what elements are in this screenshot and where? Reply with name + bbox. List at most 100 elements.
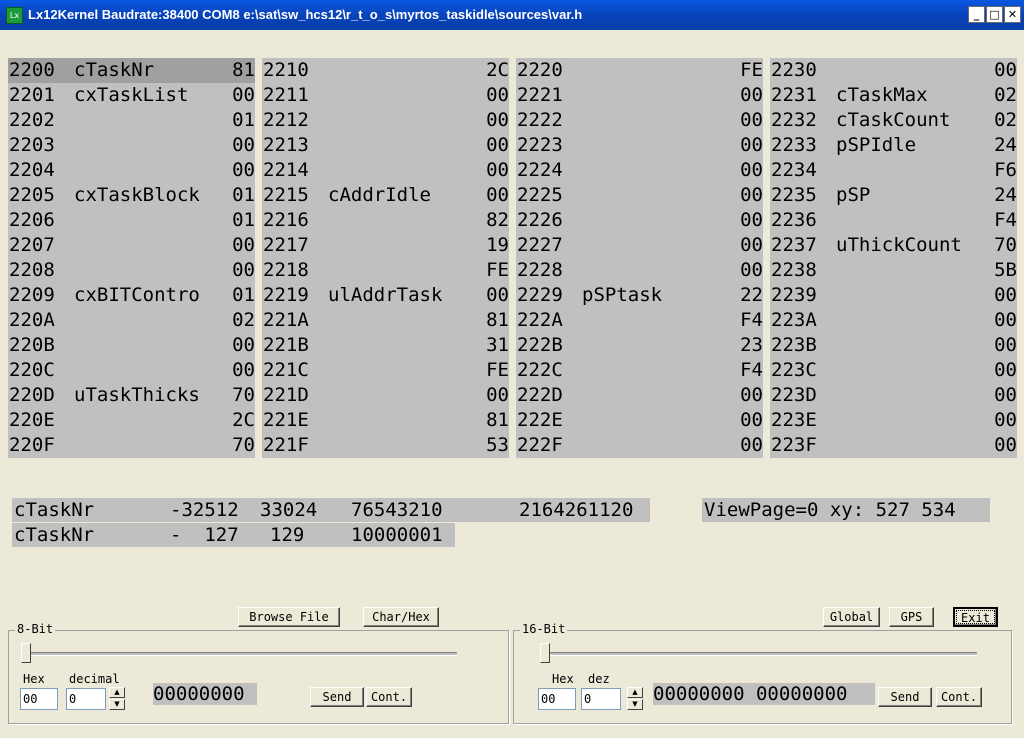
slider-8bit-thumb[interactable] [21,643,31,663]
memory-value: 31 [486,334,509,356]
memory-row[interactable]: 2219 ulAddrTask 00 [262,283,509,308]
memory-row[interactable]: 2230 00 [770,58,1017,83]
slider-8bit-track[interactable] [21,652,457,656]
memory-row[interactable]: 2235 pSP 24 [770,183,1017,208]
memory-row[interactable]: 2237 uThickCount 70 [770,233,1017,258]
memory-row[interactable]: 2204 00 [8,158,255,183]
memory-row[interactable]: 2239 00 [770,283,1017,308]
memory-row[interactable]: 222D 00 [516,383,763,408]
gps-button[interactable]: GPS [889,607,934,627]
memory-row[interactable]: 2229 pSPtask 22 [516,283,763,308]
memory-row[interactable]: 2206 01 [8,208,255,233]
viewpage-text: ViewPage=0 xy: 527 534 [704,499,956,521]
memory-row[interactable]: 223C 00 [770,358,1017,383]
memory-value: 00 [994,384,1017,406]
memory-row[interactable]: 2216 82 [262,208,509,233]
memory-row[interactable]: 2228 00 [516,258,763,283]
memory-row[interactable]: 2201 cxTaskList 00 [8,83,255,108]
memory-row[interactable]: 2203 00 [8,133,255,158]
memory-row[interactable]: 2218 FE [262,258,509,283]
memory-value: 00 [740,234,763,256]
memory-row[interactable]: 221C FE [262,358,509,383]
memory-row[interactable]: 2232 cTaskCount 02 [770,108,1017,133]
memory-row[interactable]: 2200 cTaskNr 81 [8,58,255,83]
memory-row[interactable]: 2215 cAddrIdle 00 [262,183,509,208]
memory-value: 2C [232,409,255,431]
memory-row[interactable]: 223F 00 [770,433,1017,458]
memory-row[interactable]: 2209 cxBITContro 01 [8,283,255,308]
memory-row[interactable]: 223E 00 [770,408,1017,433]
decimal-input[interactable]: 0 [66,688,106,710]
minimize-button[interactable]: _ [968,6,985,23]
dez-input[interactable]: 0 [581,688,621,710]
spin-up-icon[interactable]: ▲ [627,687,643,698]
memory-row[interactable]: 221B 31 [262,333,509,358]
memory-row[interactable]: 2231 cTaskMax 02 [770,83,1017,108]
memory-address: 2223 [517,134,563,156]
variable-name: uTaskThicks [74,384,200,406]
memory-row[interactable]: 220A 02 [8,308,255,333]
memory-row[interactable]: 2213 00 [262,133,509,158]
memory-row[interactable]: 2224 00 [516,158,763,183]
cont-button[interactable]: Cont. [366,687,412,707]
memory-row[interactable]: 2214 00 [262,158,509,183]
memory-row[interactable]: 2210 2C [262,58,509,83]
memory-row[interactable]: 221F 53 [262,433,509,458]
memory-row[interactable]: 223B 00 [770,333,1017,358]
maximize-button[interactable]: □ [986,6,1003,23]
memory-row[interactable]: 220B 00 [8,333,255,358]
spin-up-icon[interactable]: ▲ [109,687,125,698]
slider-16bit-thumb[interactable] [540,643,550,663]
memory-row[interactable]: 2212 00 [262,108,509,133]
memory-row[interactable]: 2234 F6 [770,158,1017,183]
memory-row[interactable]: 2227 00 [516,233,763,258]
memory-row[interactable]: 2207 00 [8,233,255,258]
memory-row[interactable]: 2225 00 [516,183,763,208]
memory-row[interactable]: 221D 00 [262,383,509,408]
send-button[interactable]: Send [878,687,932,707]
memory-row[interactable]: 222B 23 [516,333,763,358]
memory-row[interactable]: 2205 cxTaskBlock 01 [8,183,255,208]
memory-row[interactable]: 222E 00 [516,408,763,433]
exit-button[interactable]: Exit [953,607,998,627]
memory-value: 01 [232,209,255,231]
unsigned-value: 33024 [260,499,318,521]
memory-address: 2207 [9,234,55,256]
memory-row[interactable]: 223A 00 [770,308,1017,333]
browse-file-button[interactable]: Browse File [238,607,340,627]
char-hex-button[interactable]: Char/Hex [363,607,439,627]
spin-down-icon[interactable]: ▼ [627,699,643,710]
memory-row[interactable]: 223D 00 [770,383,1017,408]
memory-row[interactable]: 2233 pSPIdle 24 [770,133,1017,158]
memory-row[interactable]: 220C 00 [8,358,255,383]
memory-row[interactable]: 220D uTaskThicks 70 [8,383,255,408]
memory-row[interactable]: 2238 5B [770,258,1017,283]
hex-input[interactable]: 00 [20,688,58,710]
memory-row[interactable]: 2236 F4 [770,208,1017,233]
close-button[interactable]: ✕ [1004,6,1021,23]
memory-row[interactable]: 2226 00 [516,208,763,233]
memory-row[interactable]: 220E 2C [8,408,255,433]
spin-down-icon[interactable]: ▼ [109,699,125,710]
memory-row[interactable]: 221A 81 [262,308,509,333]
memory-row[interactable]: 2222 00 [516,108,763,133]
memory-row[interactable]: 2208 00 [8,258,255,283]
title-bar[interactable]: Lx Lx12Kernel Baudrate:38400 COM8 e:\sat… [0,0,1024,30]
unsigned-value: 129 [270,524,305,546]
memory-row[interactable]: 222C F4 [516,358,763,383]
memory-row[interactable]: 222F 00 [516,433,763,458]
memory-row[interactable]: 2221 00 [516,83,763,108]
send-button[interactable]: Send [310,687,364,707]
global-button[interactable]: Global [823,607,880,627]
memory-row[interactable]: 222A F4 [516,308,763,333]
memory-row[interactable]: 2223 00 [516,133,763,158]
memory-row[interactable]: 2217 19 [262,233,509,258]
memory-row[interactable]: 2202 01 [8,108,255,133]
cont-button[interactable]: Cont. [936,687,982,707]
memory-row[interactable]: 221E 81 [262,408,509,433]
hex-input[interactable]: 00 [538,688,576,710]
memory-row[interactable]: 2211 00 [262,83,509,108]
memory-row[interactable]: 2220 FE [516,58,763,83]
slider-16bit-track[interactable] [540,652,977,656]
memory-row[interactable]: 220F 70 [8,433,255,458]
